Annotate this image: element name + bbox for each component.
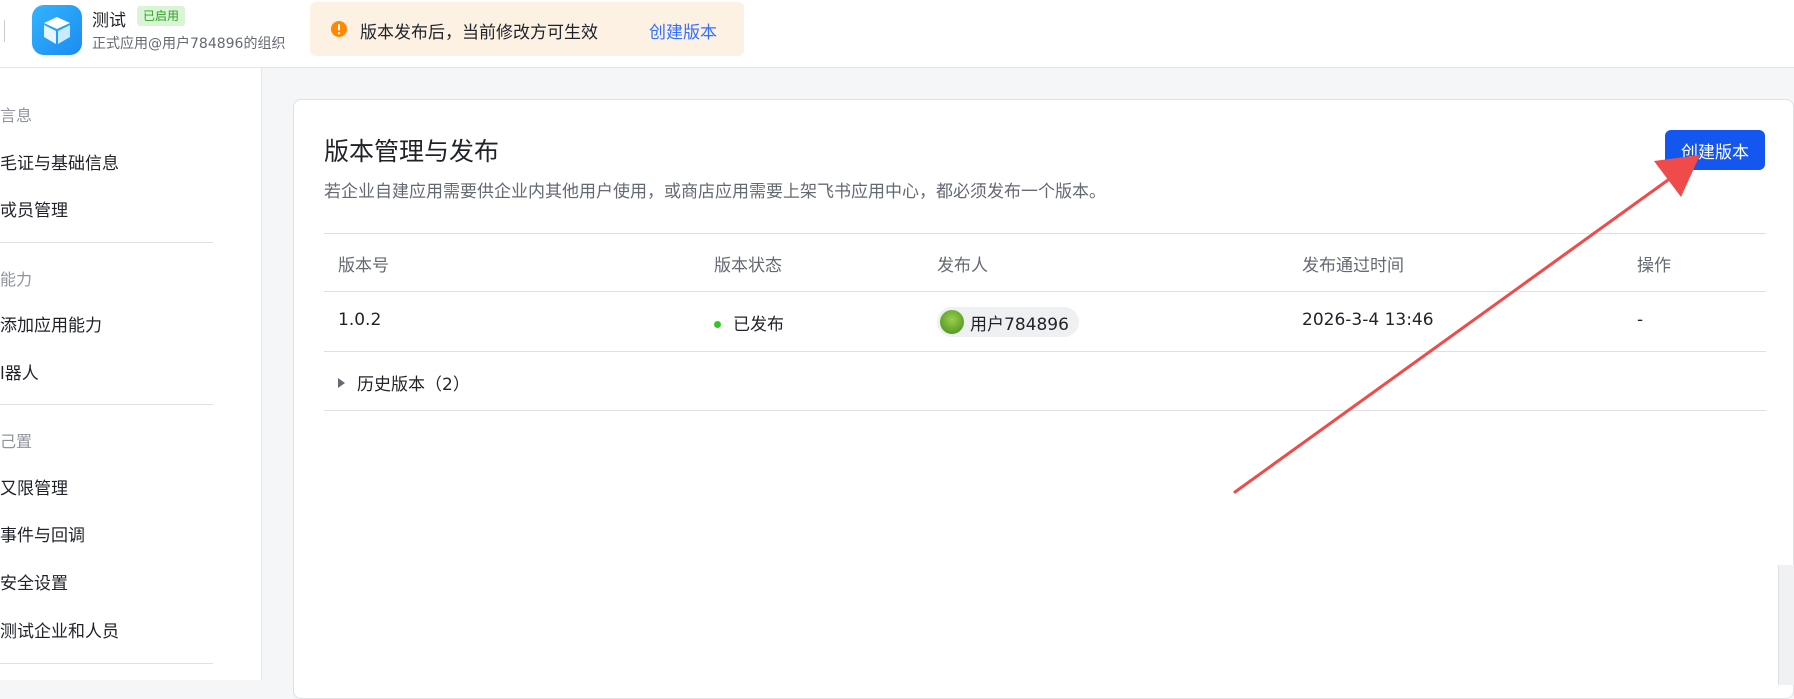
publish-notice-banner: 版本发布后，当前修改方可生效 创建版本 bbox=[310, 2, 744, 56]
table-divider bbox=[324, 233, 1766, 234]
sidebar-item-members[interactable]: 戓员管理 bbox=[0, 196, 68, 221]
app-name: 测试 bbox=[92, 11, 126, 31]
page-title: 版本管理与发布 bbox=[324, 137, 500, 166]
history-versions-label: 历史版本（2） bbox=[357, 375, 470, 395]
sidebar-group-config: 己置 bbox=[0, 432, 33, 451]
cube-icon bbox=[44, 17, 70, 44]
column-header-publisher: 发布人 bbox=[937, 256, 988, 276]
table-divider bbox=[324, 410, 1766, 411]
row-action: - bbox=[1637, 310, 1644, 330]
column-header-version: 版本号 bbox=[338, 256, 389, 276]
page-description: 若企业自建应用需要供企业内其他用户使用，或商店应用需要上架飞书应用中心，都必须发… bbox=[324, 182, 1106, 202]
sidebar-item-security[interactable]: 安全设置 bbox=[0, 569, 68, 594]
table-divider bbox=[324, 351, 1766, 352]
notice-text: 版本发布后，当前修改方可生效 bbox=[360, 23, 598, 43]
sidebar: 言息 毛证与基础信息 戓员管理 能力 添加应用能力 l器人 己置 又限管理 事件… bbox=[0, 68, 262, 680]
floating-side-panel[interactable] bbox=[1778, 565, 1794, 685]
publish-time: 2026-3-4 13:46 bbox=[1302, 310, 1434, 330]
sidebar-group-info: 言息 bbox=[0, 106, 33, 125]
sidebar-item-credentials[interactable]: 毛证与基础信息 bbox=[0, 149, 119, 174]
column-header-action: 操作 bbox=[1637, 256, 1671, 276]
sidebar-item-add-capability[interactable]: 添加应用能力 bbox=[0, 311, 102, 336]
sidebar-divider bbox=[0, 242, 213, 243]
avatar bbox=[940, 310, 964, 334]
warning-icon bbox=[331, 21, 347, 37]
history-versions-toggle[interactable]: 历史版本（2） bbox=[338, 370, 470, 395]
version-management-card: 版本管理与发布 若企业自建应用需要供企业内其他用户使用，或商店应用需要上架飞书应… bbox=[293, 99, 1794, 699]
version-status: 已发布 bbox=[733, 315, 784, 335]
column-header-status: 版本状态 bbox=[714, 256, 782, 276]
status-badge: 已启用 bbox=[137, 6, 186, 26]
publisher-chip[interactable]: 用户784896 bbox=[937, 307, 1079, 337]
header-separator bbox=[4, 20, 5, 42]
version-number: 1.0.2 bbox=[338, 310, 382, 330]
sidebar-divider bbox=[0, 663, 213, 664]
sidebar-item-test-org[interactable]: 测试企业和人员 bbox=[0, 617, 119, 642]
sidebar-item-permissions[interactable]: 又限管理 bbox=[0, 474, 68, 499]
caret-right-icon bbox=[338, 377, 345, 388]
sidebar-item-bot[interactable]: l器人 bbox=[0, 359, 39, 384]
sidebar-item-events[interactable]: 事件与回调 bbox=[0, 521, 85, 546]
app-subtitle: 正式应用@用户784896的组织 bbox=[92, 36, 286, 52]
notice-create-version-link[interactable]: 创建版本 bbox=[649, 18, 717, 43]
table-divider bbox=[324, 291, 1766, 292]
status-dot-icon bbox=[714, 321, 721, 328]
publisher-name: 用户784896 bbox=[970, 314, 1069, 335]
column-header-publish-time: 发布通过时间 bbox=[1302, 256, 1404, 276]
app-icon bbox=[32, 5, 82, 55]
sidebar-group-capabilities: 能力 bbox=[0, 270, 33, 289]
top-bar: 测试 已启用 正式应用@用户784896的组织 版本发布后，当前修改方可生效 创… bbox=[0, 0, 1794, 68]
create-version-button[interactable]: 创建版本 bbox=[1665, 130, 1765, 170]
sidebar-divider bbox=[0, 404, 213, 405]
